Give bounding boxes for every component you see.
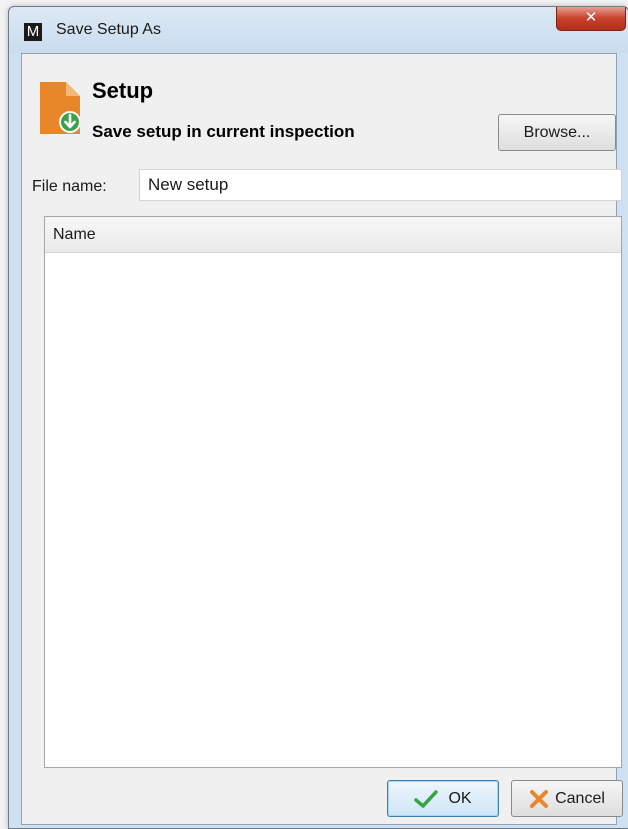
- dialog-content: Setup Save setup in current inspection B…: [21, 53, 623, 825]
- file-name-label: File name:: [32, 178, 107, 195]
- window-title: Save Setup As: [56, 21, 161, 38]
- ok-button-label: OK: [448, 789, 472, 807]
- browse-button-label: Browse...: [523, 123, 591, 141]
- file-name-input[interactable]: New setup: [139, 169, 622, 201]
- cancel-button-label: Cancel: [555, 789, 605, 807]
- ok-button[interactable]: OK: [387, 780, 499, 817]
- cross-icon: [529, 789, 549, 809]
- close-button[interactable]: ✕: [556, 7, 626, 31]
- save-document-icon: [40, 82, 80, 134]
- cancel-button[interactable]: Cancel: [511, 780, 623, 817]
- header-title: Setup: [92, 78, 154, 103]
- header-subtitle: Save setup in current inspection: [92, 122, 355, 141]
- checkmark-icon: [414, 789, 439, 809]
- list-header: Name: [45, 217, 621, 253]
- save-setup-dialog: M Save Setup As ✕ Setup Save setup in cu…: [8, 6, 628, 829]
- app-logo-icon: M: [24, 23, 42, 41]
- browse-button[interactable]: Browse...: [498, 114, 616, 151]
- column-header-name[interactable]: Name: [53, 226, 96, 244]
- setup-list[interactable]: Name: [44, 216, 622, 768]
- title-bar[interactable]: M Save Setup As ✕: [9, 7, 628, 53]
